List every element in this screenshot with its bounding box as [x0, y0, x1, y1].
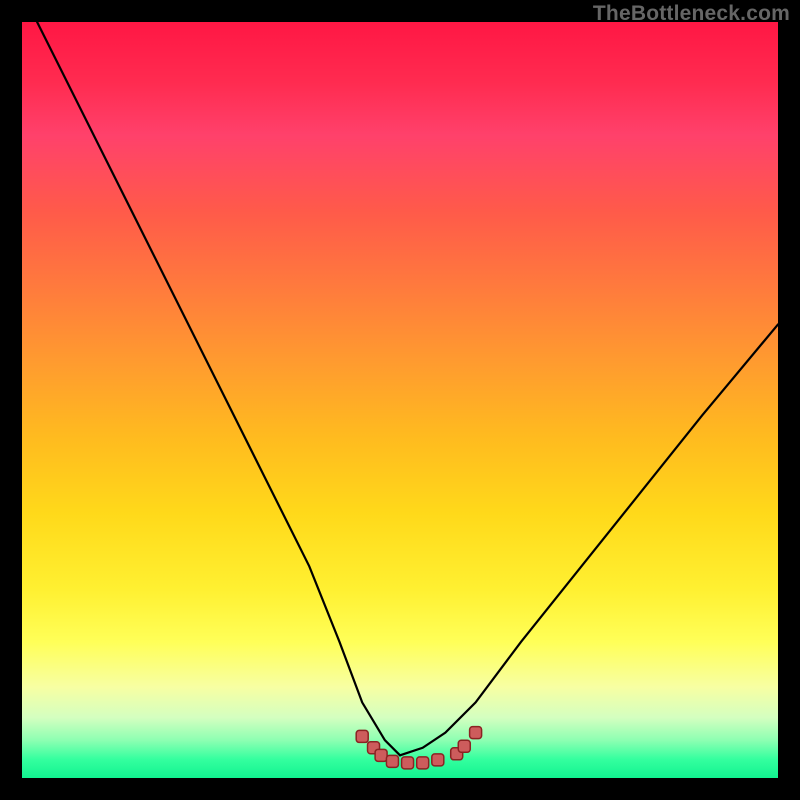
bottom-dots	[356, 727, 481, 769]
dot	[458, 740, 470, 752]
dot	[432, 754, 444, 766]
dot	[470, 727, 482, 739]
curve-right	[400, 324, 778, 755]
curve-svg	[22, 22, 778, 778]
curve-left	[37, 22, 400, 755]
outer-frame: TheBottleneck.com	[0, 0, 800, 800]
dot	[402, 757, 414, 769]
dot	[375, 749, 387, 761]
dot	[386, 755, 398, 767]
dot	[356, 730, 368, 742]
dot	[417, 757, 429, 769]
plot-area	[22, 22, 778, 778]
